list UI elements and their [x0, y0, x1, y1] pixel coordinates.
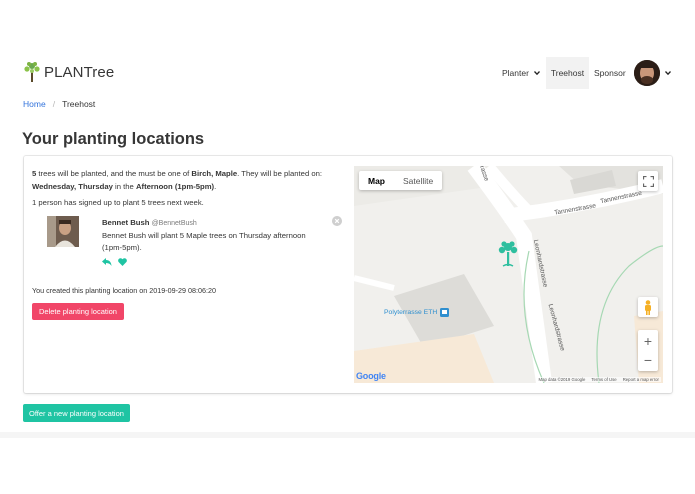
- heart-icon[interactable]: [118, 258, 127, 266]
- avatar: [634, 60, 660, 86]
- chevron-down-icon: [533, 71, 540, 76]
- breadcrumb-separator: /: [52, 99, 56, 109]
- breadcrumb-current: Treehost: [62, 99, 96, 109]
- google-logo-text: Google: [356, 371, 386, 381]
- footer-divider: [0, 432, 695, 438]
- tree-species: Birch, Maple: [191, 169, 238, 178]
- summary-text-4: .: [214, 182, 217, 191]
- chevron-down-icon: [665, 71, 671, 76]
- breadcrumb-home[interactable]: Home: [23, 99, 46, 109]
- nav-treehost[interactable]: Treehost: [546, 57, 589, 89]
- planter-photo-icon: [47, 216, 79, 247]
- planting-days: Wednesday, Thursday: [32, 182, 113, 191]
- map-report-link[interactable]: Report a map error: [623, 377, 659, 382]
- fullscreen-icon: [642, 175, 654, 187]
- nav-planter-label: Planter: [502, 68, 529, 78]
- planting-time: Afternoon (1pm-5pm): [135, 182, 215, 191]
- nav-planter-dropdown[interactable]: Planter: [502, 57, 540, 89]
- tree-marker-icon[interactable]: [497, 240, 519, 268]
- map-data-credit: Map data ©2019 Google: [538, 377, 586, 382]
- pegman-icon: [645, 299, 651, 315]
- reply-icon[interactable]: [102, 258, 112, 266]
- map-attribution: Map data ©2019 Google Terms of Use Repor…: [536, 377, 661, 382]
- nav-treehost-label: Treehost: [550, 68, 585, 78]
- signup-content: Bennet Bush @BennetBush Bennet Bush will…: [102, 217, 322, 266]
- nav-sponsor-label: Sponsor: [594, 68, 626, 78]
- transit-icon: [440, 308, 450, 317]
- signup-message: Bennet Bush will plant 5 Maple trees on …: [102, 231, 306, 252]
- poi-polyterrasse[interactable]: Polyterrasse ETH: [384, 308, 450, 317]
- planter-photo: [47, 216, 79, 247]
- page-title: Your planting locations: [22, 130, 205, 148]
- planter-name: Bennet Bush: [102, 218, 150, 227]
- planter-handle: @BennetBush: [151, 220, 197, 227]
- map-type-control: Map Satellite: [359, 171, 443, 190]
- map-terms-link[interactable]: Terms of Use: [591, 377, 616, 382]
- signup-item: Bennet Bush @BennetBush Bennet Bush will…: [47, 216, 343, 266]
- planting-location-card: 5 trees will be planted, and the must be…: [24, 156, 672, 393]
- nav-sponsor[interactable]: Sponsor: [594, 57, 626, 89]
- poi-label: Polyterrasse ETH: [384, 309, 438, 316]
- summary-text-2: . They will be planted on:: [237, 169, 323, 178]
- navbar: PLANTree Planter Treehost Sponsor: [0, 55, 695, 89]
- created-timestamp: You created this planting location on 20…: [32, 286, 216, 295]
- street-view-pegman[interactable]: [638, 297, 658, 317]
- breadcrumb: Home / Treehost: [23, 99, 95, 109]
- zoom-control: + −: [638, 330, 658, 371]
- offer-location-button[interactable]: Offer a new planting location: [23, 404, 130, 422]
- zoom-in-button[interactable]: +: [644, 332, 652, 351]
- summary-text-1: trees will be planted, and the must be o…: [36, 169, 192, 178]
- brand[interactable]: PLANTree: [23, 61, 114, 83]
- brand-name: PLANTree: [44, 63, 115, 81]
- zoom-out-button[interactable]: −: [644, 351, 652, 370]
- fullscreen-button[interactable]: [638, 171, 658, 191]
- location-summary: 5 trees will be planted, and the must be…: [32, 167, 342, 193]
- location-map[interactable]: Map Satellite Tannenstrasse Tannenstrass…: [354, 166, 663, 383]
- summary-text-3: in the: [112, 182, 136, 191]
- user-face-icon: [634, 60, 660, 86]
- signup-actions: [102, 258, 322, 266]
- delete-location-button[interactable]: Delete planting location: [32, 303, 124, 320]
- signup-count: 1 person has signed up to plant 5 trees …: [32, 198, 204, 207]
- map-type-map[interactable]: Map: [359, 171, 394, 190]
- map-type-satellite[interactable]: Satellite: [394, 171, 442, 190]
- tree-logo-icon: [24, 62, 40, 82]
- google-logo[interactable]: Google: [356, 371, 386, 381]
- user-menu[interactable]: [634, 57, 671, 89]
- close-icon[interactable]: [332, 216, 342, 226]
